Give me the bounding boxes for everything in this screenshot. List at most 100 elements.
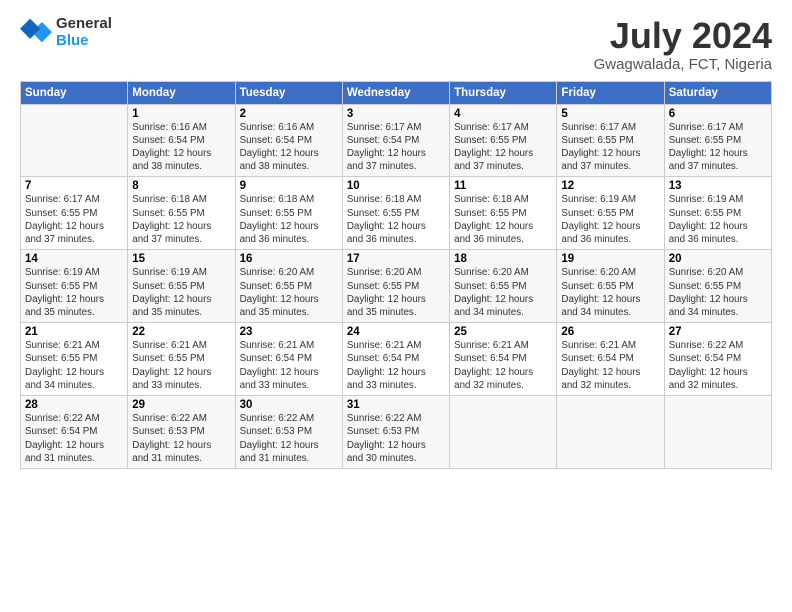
sunrise-label: Sunrise: 6:17 AM	[347, 122, 422, 133]
sunrise-label: Sunrise: 6:20 AM	[347, 267, 422, 278]
sunrise-label: Sunrise: 6:22 AM	[25, 413, 100, 424]
daylight-label: Daylight: 12 hours	[132, 440, 211, 451]
calendar-cell: 24Sunrise: 6:21 AMSunset: 6:54 PMDayligh…	[342, 323, 449, 396]
day-number: 28	[25, 399, 123, 411]
cell-info: Sunrise: 6:17 AMSunset: 6:55 PMDaylight:…	[669, 121, 767, 174]
sunrise-label: Sunrise: 6:21 AM	[240, 340, 315, 351]
daylight-minutes: and 37 minutes.	[561, 161, 631, 172]
cell-info: Sunrise: 6:20 AMSunset: 6:55 PMDaylight:…	[454, 266, 552, 319]
daylight-label: Daylight: 12 hours	[561, 221, 640, 232]
sunrise-label: Sunrise: 6:16 AM	[240, 122, 315, 133]
day-number: 2	[240, 108, 338, 120]
calendar-cell: 3Sunrise: 6:17 AMSunset: 6:54 PMDaylight…	[342, 104, 449, 177]
calendar-cell: 9Sunrise: 6:18 AMSunset: 6:55 PMDaylight…	[235, 177, 342, 250]
sunrise-label: Sunrise: 6:22 AM	[132, 413, 207, 424]
sunset-label: Sunset: 6:54 PM	[25, 426, 97, 437]
calendar-cell: 4Sunrise: 6:17 AMSunset: 6:55 PMDaylight…	[450, 104, 557, 177]
sunrise-label: Sunrise: 6:18 AM	[240, 194, 315, 205]
day-number: 13	[669, 180, 767, 192]
sunset-label: Sunset: 6:54 PM	[669, 353, 741, 364]
daylight-minutes: and 33 minutes.	[347, 380, 417, 391]
daylight-minutes: and 34 minutes.	[561, 307, 631, 318]
sunset-label: Sunset: 6:55 PM	[240, 208, 312, 219]
daylight-minutes: and 34 minutes.	[454, 307, 524, 318]
day-number: 10	[347, 180, 445, 192]
calendar-cell: 1Sunrise: 6:16 AMSunset: 6:54 PMDaylight…	[128, 104, 235, 177]
title-block: July 2024 Gwagwalada, FCT, Nigeria	[594, 16, 772, 73]
sunset-label: Sunset: 6:55 PM	[25, 208, 97, 219]
sunset-label: Sunset: 6:55 PM	[132, 281, 204, 292]
sunset-label: Sunset: 6:55 PM	[25, 353, 97, 364]
day-number: 9	[240, 180, 338, 192]
calendar-cell: 7Sunrise: 6:17 AMSunset: 6:55 PMDaylight…	[21, 177, 128, 250]
cell-info: Sunrise: 6:20 AMSunset: 6:55 PMDaylight:…	[561, 266, 659, 319]
day-number: 4	[454, 108, 552, 120]
col-header-monday: Monday	[128, 81, 235, 104]
cell-info: Sunrise: 6:17 AMSunset: 6:54 PMDaylight:…	[347, 121, 445, 174]
col-header-tuesday: Tuesday	[235, 81, 342, 104]
sunrise-label: Sunrise: 6:20 AM	[240, 267, 315, 278]
day-number: 29	[132, 399, 230, 411]
daylight-label: Daylight: 12 hours	[454, 148, 533, 159]
sunset-label: Sunset: 6:55 PM	[454, 281, 526, 292]
daylight-label: Daylight: 12 hours	[347, 221, 426, 232]
daylight-minutes: and 31 minutes.	[240, 453, 310, 464]
daylight-label: Daylight: 12 hours	[240, 148, 319, 159]
cell-info: Sunrise: 6:22 AMSunset: 6:54 PMDaylight:…	[669, 339, 767, 392]
daylight-label: Daylight: 12 hours	[240, 367, 319, 378]
cell-info: Sunrise: 6:21 AMSunset: 6:54 PMDaylight:…	[454, 339, 552, 392]
cell-info: Sunrise: 6:22 AMSunset: 6:53 PMDaylight:…	[132, 412, 230, 465]
daylight-label: Daylight: 12 hours	[347, 294, 426, 305]
sunset-label: Sunset: 6:54 PM	[454, 353, 526, 364]
day-number: 14	[25, 253, 123, 265]
daylight-label: Daylight: 12 hours	[669, 294, 748, 305]
sunrise-label: Sunrise: 6:16 AM	[132, 122, 207, 133]
daylight-label: Daylight: 12 hours	[454, 294, 533, 305]
sunrise-label: Sunrise: 6:21 AM	[561, 340, 636, 351]
daylight-minutes: and 33 minutes.	[132, 380, 202, 391]
calendar-cell: 6Sunrise: 6:17 AMSunset: 6:55 PMDaylight…	[664, 104, 771, 177]
sunrise-label: Sunrise: 6:21 AM	[347, 340, 422, 351]
sunset-label: Sunset: 6:55 PM	[561, 281, 633, 292]
sunset-label: Sunset: 6:55 PM	[240, 281, 312, 292]
daylight-minutes: and 33 minutes.	[240, 380, 310, 391]
daylight-label: Daylight: 12 hours	[132, 294, 211, 305]
day-number: 19	[561, 253, 659, 265]
cell-info: Sunrise: 6:18 AMSunset: 6:55 PMDaylight:…	[347, 193, 445, 246]
sunset-label: Sunset: 6:54 PM	[132, 135, 204, 146]
daylight-label: Daylight: 12 hours	[347, 440, 426, 451]
daylight-minutes: and 31 minutes.	[25, 453, 95, 464]
daylight-label: Daylight: 12 hours	[347, 367, 426, 378]
calendar-cell: 12Sunrise: 6:19 AMSunset: 6:55 PMDayligh…	[557, 177, 664, 250]
daylight-label: Daylight: 12 hours	[25, 367, 104, 378]
daylight-minutes: and 37 minutes.	[347, 161, 417, 172]
day-number: 3	[347, 108, 445, 120]
calendar-cell: 14Sunrise: 6:19 AMSunset: 6:55 PMDayligh…	[21, 250, 128, 323]
sunset-label: Sunset: 6:54 PM	[561, 353, 633, 364]
calendar-cell: 29Sunrise: 6:22 AMSunset: 6:53 PMDayligh…	[128, 396, 235, 469]
daylight-label: Daylight: 12 hours	[669, 148, 748, 159]
day-number: 31	[347, 399, 445, 411]
daylight-label: Daylight: 12 hours	[561, 294, 640, 305]
daylight-label: Daylight: 12 hours	[240, 440, 319, 451]
sunrise-label: Sunrise: 6:22 AM	[240, 413, 315, 424]
cell-info: Sunrise: 6:21 AMSunset: 6:54 PMDaylight:…	[561, 339, 659, 392]
daylight-minutes: and 35 minutes.	[132, 307, 202, 318]
daylight-minutes: and 36 minutes.	[561, 234, 631, 245]
logo-text-line2: Blue	[56, 33, 112, 50]
day-number: 20	[669, 253, 767, 265]
day-number: 16	[240, 253, 338, 265]
header: General Blue July 2024 Gwagwalada, FCT, …	[20, 16, 772, 73]
sunrise-label: Sunrise: 6:20 AM	[669, 267, 744, 278]
sunset-label: Sunset: 6:54 PM	[347, 353, 419, 364]
calendar-cell: 15Sunrise: 6:19 AMSunset: 6:55 PMDayligh…	[128, 250, 235, 323]
day-number: 27	[669, 326, 767, 338]
cell-info: Sunrise: 6:20 AMSunset: 6:55 PMDaylight:…	[669, 266, 767, 319]
cell-info: Sunrise: 6:22 AMSunset: 6:53 PMDaylight:…	[240, 412, 338, 465]
sunset-label: Sunset: 6:55 PM	[669, 135, 741, 146]
col-header-wednesday: Wednesday	[342, 81, 449, 104]
cell-info: Sunrise: 6:17 AMSunset: 6:55 PMDaylight:…	[25, 193, 123, 246]
col-header-saturday: Saturday	[664, 81, 771, 104]
daylight-label: Daylight: 12 hours	[132, 148, 211, 159]
daylight-minutes: and 35 minutes.	[25, 307, 95, 318]
